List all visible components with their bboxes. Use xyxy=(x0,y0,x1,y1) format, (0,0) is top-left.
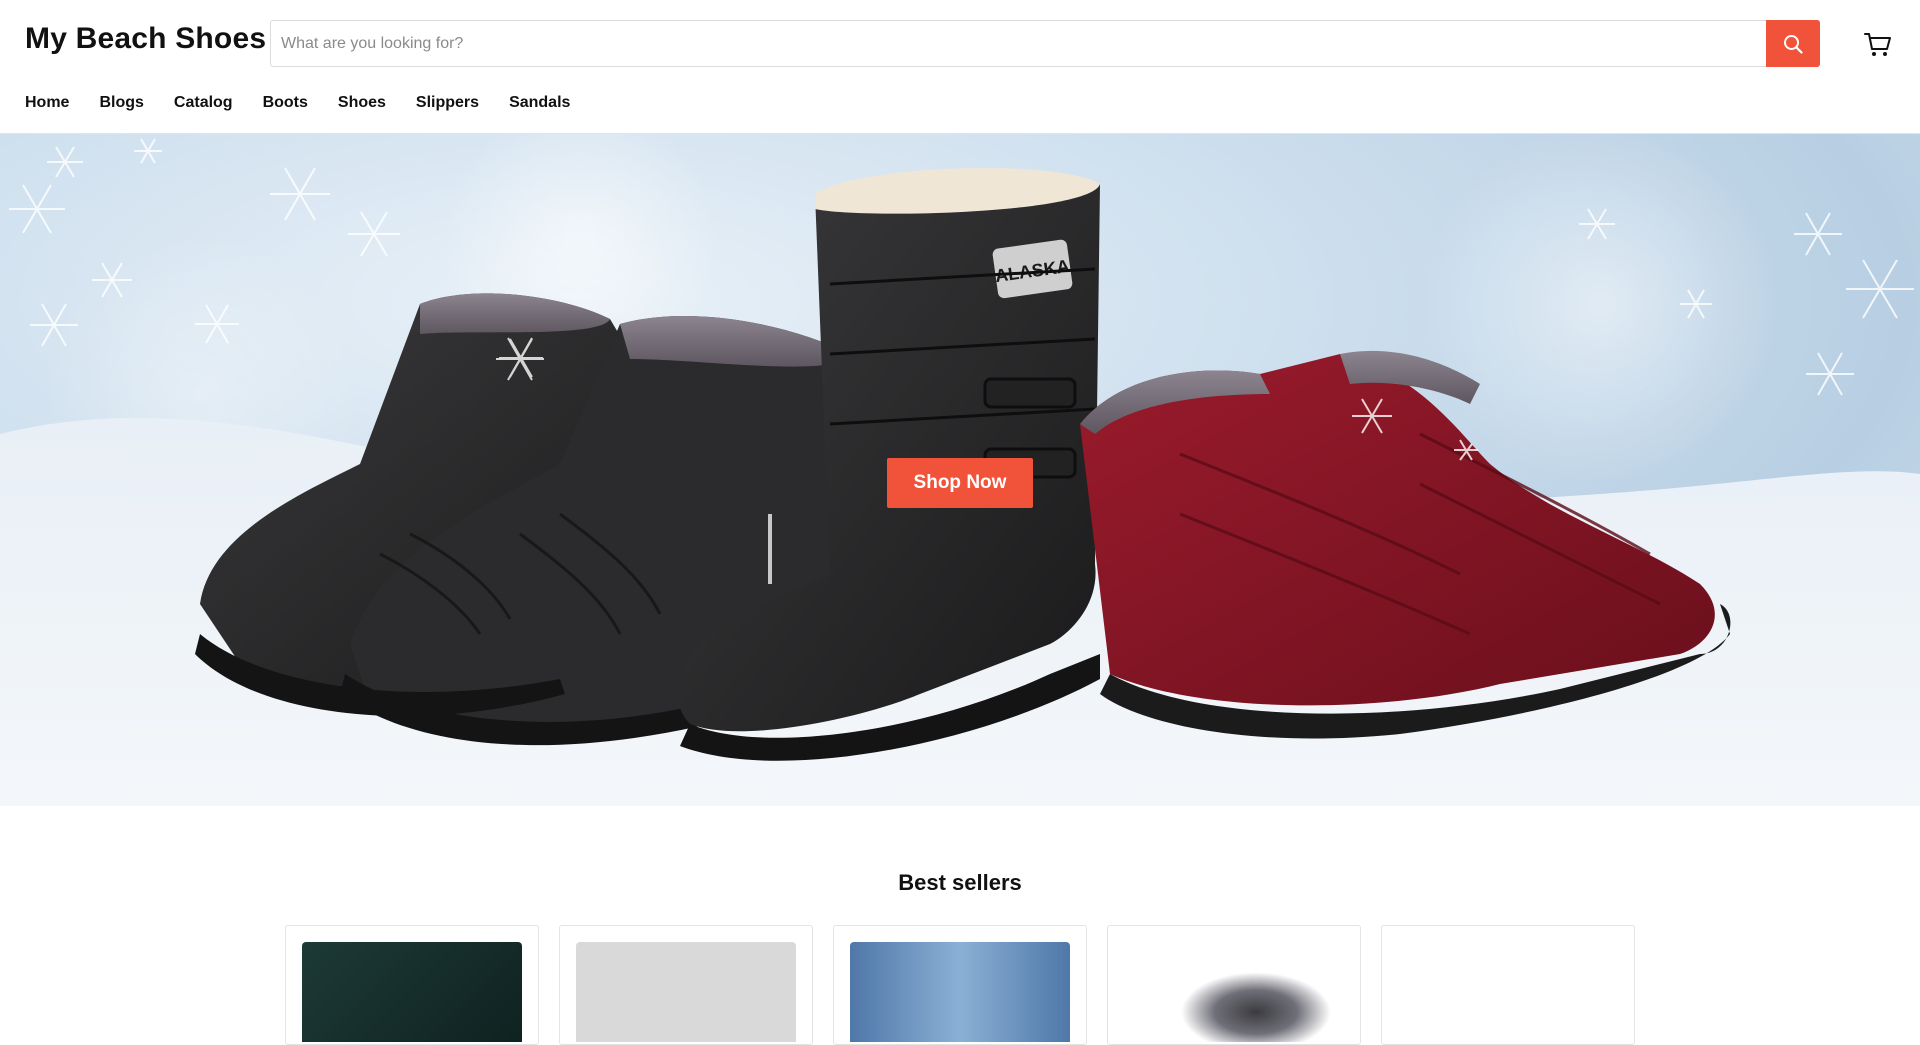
product-image xyxy=(302,942,522,1042)
nav-item-boots[interactable]: Boots xyxy=(263,94,308,112)
search-bar xyxy=(270,20,1820,67)
search-input[interactable] xyxy=(271,21,1767,66)
site-header: My Beach Shoes Home Blogs Catalog Boots … xyxy=(0,0,1920,134)
nav-item-home[interactable]: Home xyxy=(25,94,69,112)
cart-button[interactable] xyxy=(1862,28,1894,60)
product-image xyxy=(576,942,796,1042)
product-card[interactable] xyxy=(285,925,539,1045)
product-card[interactable] xyxy=(1381,925,1635,1045)
main-nav: Home Blogs Catalog Boots Shoes Slippers … xyxy=(25,94,600,112)
product-image xyxy=(1124,942,1344,1042)
nav-item-shoes[interactable]: Shoes xyxy=(338,94,386,112)
nav-item-slippers[interactable]: Slippers xyxy=(416,94,479,112)
product-image xyxy=(1398,942,1618,1042)
nav-item-blogs[interactable]: Blogs xyxy=(99,94,143,112)
product-card[interactable] xyxy=(833,925,1087,1045)
search-button[interactable] xyxy=(1766,20,1820,67)
best-sellers-list xyxy=(285,925,1635,1045)
cart-icon xyxy=(1864,33,1891,56)
product-card[interactable] xyxy=(1107,925,1361,1045)
search-icon xyxy=(1784,34,1803,54)
nav-item-catalog[interactable]: Catalog xyxy=(174,94,233,112)
nav-item-sandals[interactable]: Sandals xyxy=(509,94,570,112)
product-image xyxy=(850,942,1070,1042)
product-card[interactable] xyxy=(559,925,813,1045)
brand-logo[interactable]: My Beach Shoes xyxy=(25,22,266,56)
best-sellers-title: Best sellers xyxy=(898,870,1022,895)
shop-now-button[interactable]: Shop Now xyxy=(887,458,1033,508)
hero-banner[interactable]: ALASKA Shop Now xyxy=(0,134,1920,806)
